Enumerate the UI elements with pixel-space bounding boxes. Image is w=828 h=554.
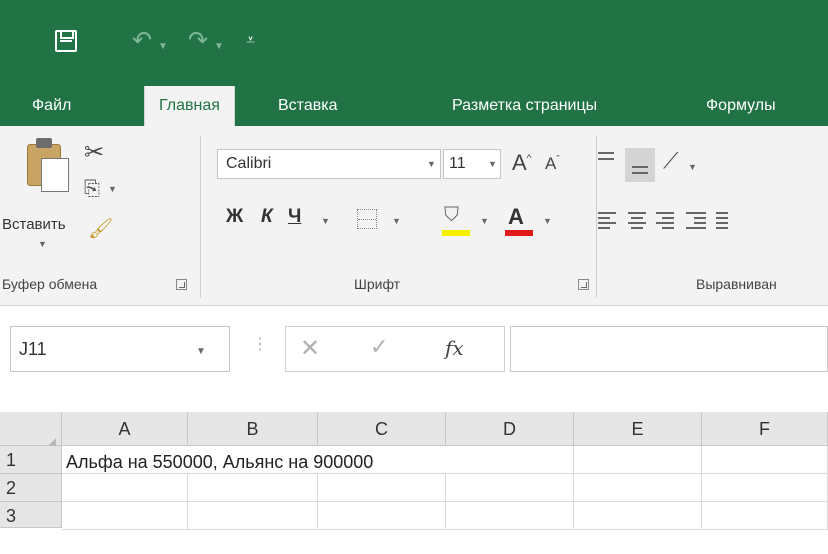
align-left-icon[interactable] bbox=[598, 212, 622, 232]
cell-b2[interactable] bbox=[188, 474, 318, 502]
insert-function-icon[interactable]: fx bbox=[445, 336, 464, 360]
fill-color-swatch bbox=[442, 230, 470, 236]
formula-bar-grip-icon[interactable]: ⋮ bbox=[252, 334, 268, 354]
redo-dropdown-icon[interactable]: ▼ bbox=[214, 36, 224, 58]
tab-file[interactable]: Файл bbox=[18, 86, 85, 126]
clipboard-launcher-icon[interactable] bbox=[176, 279, 187, 290]
font-color-button[interactable]: A bbox=[508, 204, 524, 230]
bold-button[interactable]: Ж bbox=[226, 206, 243, 228]
column-header-c[interactable]: C bbox=[318, 412, 446, 446]
title-bar: ↶ ▼ ↷ ▼ ⩡ bbox=[0, 0, 828, 83]
row-header-2[interactable]: 2 bbox=[0, 474, 62, 502]
save-icon[interactable] bbox=[55, 30, 77, 52]
cell-f3[interactable] bbox=[702, 502, 828, 530]
name-box-dropdown-icon[interactable]: ▼ bbox=[196, 346, 206, 357]
font-launcher-icon[interactable] bbox=[578, 279, 589, 290]
cell-e3[interactable] bbox=[574, 502, 702, 530]
cell-f2[interactable] bbox=[702, 474, 828, 502]
undo-dropdown-icon[interactable]: ▼ bbox=[158, 36, 168, 58]
align-center-icon[interactable] bbox=[628, 212, 652, 232]
underline-button[interactable]: Ч bbox=[288, 206, 301, 228]
cell-b3[interactable] bbox=[188, 502, 318, 530]
spreadsheet-grid: A B C D E F 1 2 3 Альфа на 550000, Альян… bbox=[0, 402, 828, 554]
copy-icon[interactable]: ⎘ bbox=[84, 178, 100, 201]
fill-color-icon[interactable]: ⛉ bbox=[444, 204, 459, 227]
cell-c3[interactable] bbox=[318, 502, 446, 530]
paste-button[interactable]: Вставить bbox=[2, 216, 66, 233]
cell-d2[interactable] bbox=[446, 474, 574, 502]
ribbon: Вставить ▼ ✂ ⎘ ▼ 🖌 Буфер обмена Calibri … bbox=[0, 126, 828, 306]
group-divider bbox=[200, 136, 201, 298]
undo-icon[interactable]: ↶ bbox=[132, 29, 152, 53]
cell-e2[interactable] bbox=[574, 474, 702, 502]
decrease-font-size-button[interactable]: Aˇ bbox=[545, 154, 560, 174]
cancel-icon[interactable]: ✕ bbox=[300, 334, 320, 363]
enter-icon[interactable]: ✓ bbox=[370, 334, 388, 360]
cell-f1[interactable] bbox=[702, 446, 828, 474]
font-color-dropdown-icon[interactable]: ▼ bbox=[543, 216, 552, 226]
cell-a3[interactable] bbox=[62, 502, 188, 530]
group-divider bbox=[596, 136, 597, 298]
borders-dropdown-icon[interactable]: ▼ bbox=[392, 216, 401, 226]
decrease-indent-icon[interactable] bbox=[686, 212, 710, 232]
cut-icon[interactable]: ✂ bbox=[84, 138, 104, 167]
underline-dropdown-icon[interactable]: ▼ bbox=[321, 216, 330, 226]
redo-icon[interactable]: ↷ bbox=[188, 29, 208, 53]
increase-font-size-button[interactable]: A^ bbox=[512, 150, 531, 176]
cell-d3[interactable] bbox=[446, 502, 574, 530]
align-right-icon[interactable] bbox=[656, 212, 680, 232]
cell-e1[interactable] bbox=[574, 446, 702, 474]
column-header-b[interactable]: B bbox=[188, 412, 318, 446]
cell-a1-value: Альфа на 550000, Альянс на 900000 bbox=[66, 452, 374, 472]
copy-dropdown-icon[interactable]: ▼ bbox=[108, 184, 117, 194]
orientation-icon[interactable]: ⟋ bbox=[663, 148, 678, 174]
font-color-swatch bbox=[505, 230, 533, 236]
increase-indent-icon[interactable] bbox=[716, 212, 728, 232]
align-top-icon[interactable] bbox=[598, 152, 622, 172]
quick-access-toolbar: ↶ ▼ ↷ ▼ ⩡ bbox=[0, 0, 828, 83]
orientation-dropdown-icon[interactable]: ▼ bbox=[688, 162, 697, 172]
column-header-f[interactable]: F bbox=[702, 412, 828, 446]
clipboard-group-label: Буфер обмена bbox=[2, 276, 98, 292]
column-header-a[interactable]: A bbox=[62, 412, 188, 446]
cell-a2[interactable] bbox=[62, 474, 188, 502]
select-all-button[interactable] bbox=[0, 412, 62, 452]
borders-icon[interactable] bbox=[357, 209, 377, 229]
row-header-3[interactable]: 3 bbox=[0, 502, 62, 528]
formula-input[interactable] bbox=[510, 326, 828, 372]
font-group-label: Шрифт bbox=[354, 276, 401, 292]
cell-d1[interactable] bbox=[446, 446, 574, 474]
column-header-d[interactable]: D bbox=[446, 412, 574, 446]
tab-formulas[interactable]: Формулы bbox=[692, 86, 790, 126]
customize-qat-icon[interactable]: ⩡ bbox=[246, 30, 255, 52]
italic-button[interactable]: К bbox=[261, 206, 273, 228]
fill-color-dropdown-icon[interactable]: ▼ bbox=[480, 216, 489, 226]
paste-dropdown-icon[interactable]: ▼ bbox=[38, 239, 47, 249]
alignment-group-label: Выравниван bbox=[696, 276, 777, 292]
tab-page-layout[interactable]: Разметка страницы bbox=[438, 86, 611, 126]
cell-c2[interactable] bbox=[318, 474, 446, 502]
font-size-dropdown-icon[interactable]: ▼ bbox=[488, 159, 497, 169]
row-header-1[interactable]: 1 bbox=[0, 446, 62, 474]
paste-icon[interactable] bbox=[27, 138, 71, 192]
tab-insert[interactable]: Вставка bbox=[264, 86, 351, 126]
align-bottom-icon bbox=[632, 156, 656, 176]
formula-bar: J11 ▼ ⋮ ✕ ✓ fx bbox=[0, 306, 828, 402]
column-header-e[interactable]: E bbox=[574, 412, 702, 446]
format-painter-icon[interactable]: 🖌 bbox=[88, 216, 113, 241]
font-name-dropdown-icon[interactable]: ▼ bbox=[427, 159, 436, 169]
font-name-select[interactable]: Calibri bbox=[217, 149, 441, 179]
